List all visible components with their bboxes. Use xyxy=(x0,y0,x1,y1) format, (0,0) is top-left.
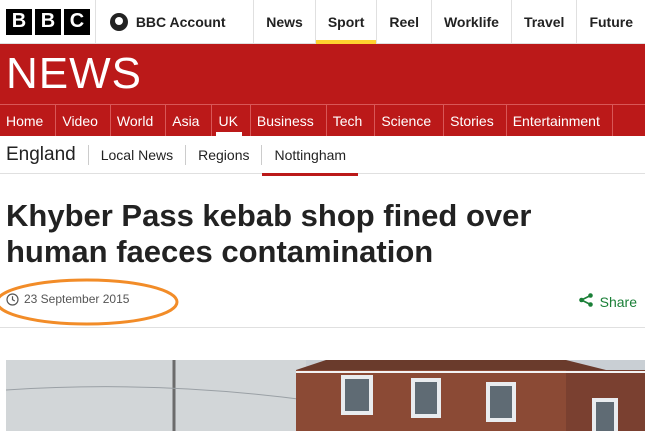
section-nav-tech[interactable]: Tech xyxy=(327,105,376,136)
share-label: Share xyxy=(599,293,637,310)
section-nav-uk[interactable]: UK xyxy=(212,105,251,136)
global-nav: News Sport Reel Worklife Travel Future xyxy=(253,0,645,44)
date-text: 23 September 2015 xyxy=(24,292,130,306)
section-nav-asia[interactable]: Asia xyxy=(166,105,213,136)
article-date: 23 September 2015 xyxy=(6,292,129,306)
news-banner: NEWS xyxy=(0,44,645,104)
global-nav-worklife[interactable]: Worklife xyxy=(430,0,511,44)
article-image xyxy=(6,360,645,431)
section-nav: Home Video World Asia UK Business Tech S… xyxy=(0,104,645,136)
article-meta: 23 September 2015 Share xyxy=(0,278,645,328)
logo-block-b1: B xyxy=(6,8,32,35)
section-nav-stories[interactable]: Stories xyxy=(444,105,507,136)
global-nav-news[interactable]: News xyxy=(253,0,315,44)
account-label: BBC Account xyxy=(135,13,226,30)
global-nav-reel[interactable]: Reel xyxy=(376,0,431,44)
section-nav-home[interactable]: Home xyxy=(0,105,57,136)
bbc-logo[interactable]: B B C xyxy=(0,0,95,43)
regional-nav: England Local News Regions Nottingham xyxy=(0,136,645,176)
section-nav-entertainment[interactable]: Entertainment xyxy=(507,105,613,136)
section-nav-world[interactable]: World xyxy=(111,105,167,136)
news-logo[interactable]: NEWS xyxy=(6,50,142,98)
global-nav-sport[interactable]: Sport xyxy=(314,0,377,44)
share-button[interactable]: Share xyxy=(578,292,637,311)
account-icon xyxy=(109,12,128,31)
article-headline: Khyber Pass kebab shop fined over human … xyxy=(6,198,532,269)
global-header: B B C BBC Account News Sport Reel Workli… xyxy=(0,0,645,44)
global-nav-travel[interactable]: Travel xyxy=(510,0,576,44)
region-title[interactable]: England xyxy=(0,144,88,166)
account-link[interactable]: BBC Account xyxy=(94,0,253,43)
section-nav-video[interactable]: Video xyxy=(56,105,111,136)
subnav-local-news[interactable]: Local News xyxy=(87,144,185,165)
clock-icon xyxy=(6,292,19,306)
share-icon xyxy=(578,292,594,311)
section-nav-science[interactable]: Science xyxy=(375,105,445,136)
global-nav-future[interactable]: Future xyxy=(576,0,645,44)
subnav-nottingham[interactable]: Nottingham xyxy=(261,144,358,176)
logo-block-b2: B xyxy=(35,8,61,35)
article-page: B B C BBC Account News Sport Reel Workli… xyxy=(0,0,645,431)
section-nav-business[interactable]: Business xyxy=(251,105,327,136)
logo-block-c: C xyxy=(64,8,90,35)
subnav-regions[interactable]: Regions xyxy=(185,144,261,165)
